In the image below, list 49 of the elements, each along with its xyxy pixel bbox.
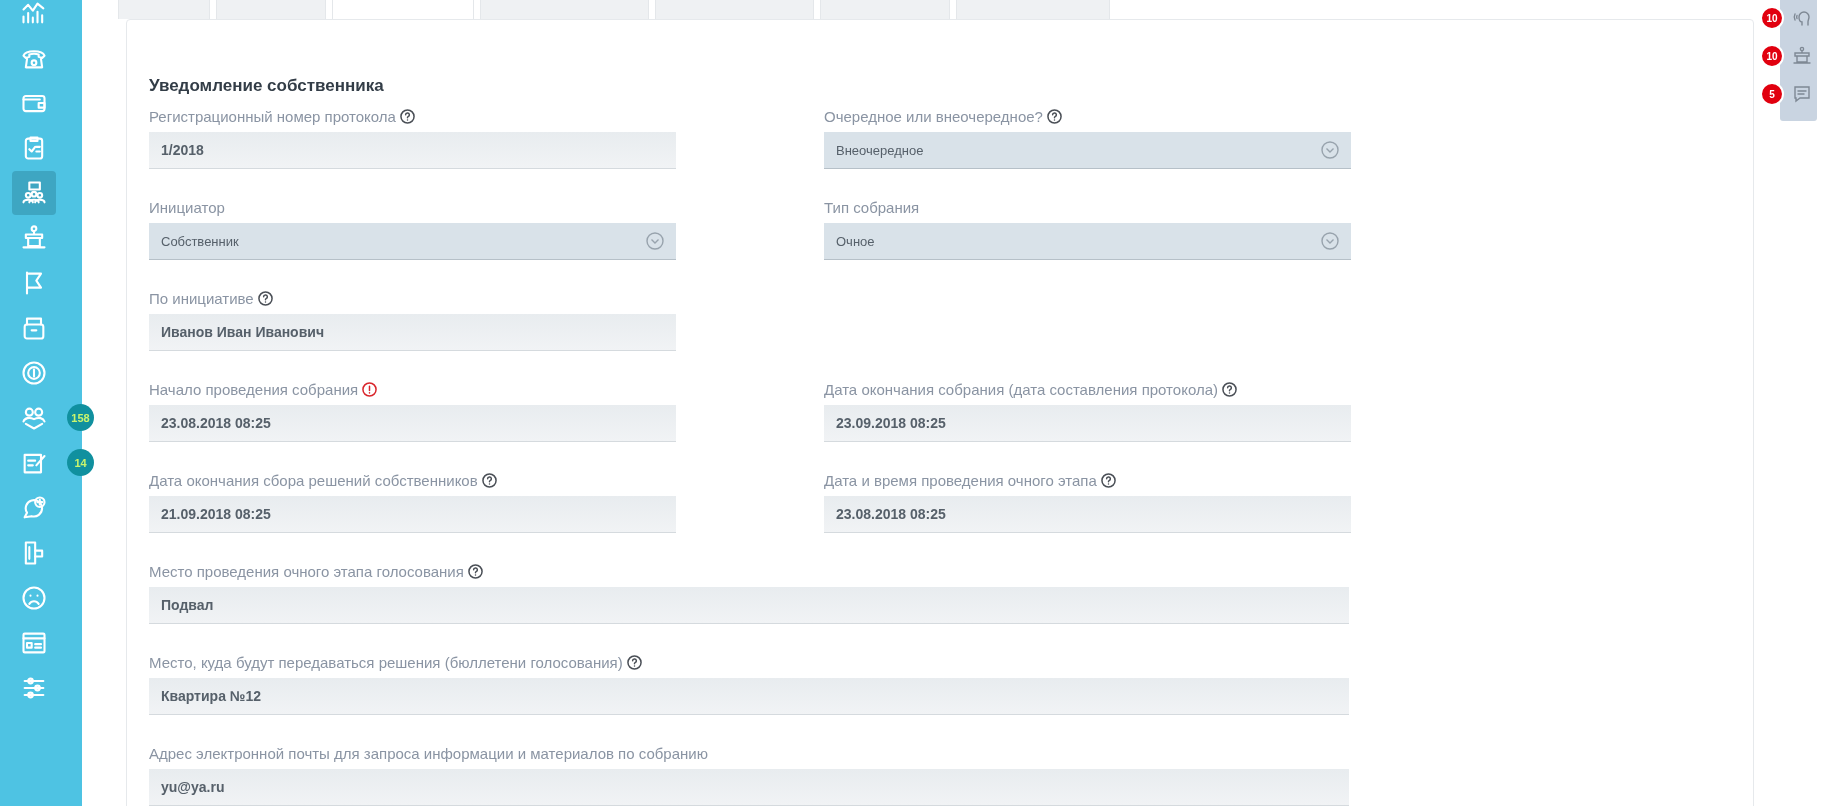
dropdown[interactable]: Собственник	[149, 223, 676, 260]
dropdown[interactable]: Внеочередное	[824, 132, 1351, 169]
field-label: Инициатор	[149, 198, 225, 216]
count-badge: 5	[1760, 82, 1784, 106]
help-icon[interactable]	[467, 563, 483, 579]
input-field[interactable]: 23.09.2018 08:25	[824, 405, 1351, 442]
field-label: Дата и время проведения очного этапа	[824, 471, 1097, 489]
help-icon[interactable]	[1046, 108, 1062, 124]
input-field[interactable]: 23.08.2018 08:25	[824, 496, 1351, 533]
help-icon[interactable]	[399, 108, 415, 124]
tab[interactable]	[118, 0, 210, 19]
count-badge: 14	[67, 449, 94, 476]
input-field[interactable]: 1/2018	[149, 132, 676, 169]
input-field[interactable]: Квартира №12	[149, 678, 1349, 715]
count-badge: 10	[1760, 6, 1784, 30]
input-field[interactable]: yu@ya.ru	[149, 769, 1349, 806]
help-icon[interactable]	[1222, 381, 1237, 397]
field-label: Очередное или внеочередное?	[824, 107, 1043, 125]
field-label: По инициативе	[149, 289, 254, 307]
field-label: Регистрационный номер протокола	[149, 107, 396, 125]
sad-face-icon	[20, 583, 48, 612]
count-badge: 158	[67, 404, 94, 431]
help-icon[interactable]	[257, 290, 273, 306]
field-label: Адрес электронной почты для запроса информации и материалов по собранию	[149, 744, 708, 762]
chevron-down-icon	[1321, 232, 1339, 250]
warning-icon[interactable]	[362, 381, 378, 397]
count-badge: 10	[1760, 44, 1784, 68]
help-icon[interactable]	[626, 654, 642, 670]
chevron-down-icon	[646, 232, 664, 250]
help-icon[interactable]	[1100, 472, 1116, 488]
field-label: Тип собрания	[824, 198, 920, 216]
input-field[interactable]: Иванов Иван Иванович	[149, 314, 676, 351]
sidebar-item[interactable]	[12, 170, 56, 215]
help-icon[interactable]	[481, 472, 497, 488]
field-label: Место, куда будут передаваться решения (бюллетени голосования)	[149, 653, 623, 671]
message-icon[interactable]	[1792, 84, 1812, 104]
dropdown[interactable]: Очное	[824, 223, 1351, 260]
coin-icon	[20, 358, 48, 387]
input-field[interactable]: 23.08.2018 08:25	[149, 405, 676, 442]
speaking-head-icon[interactable]	[1792, 8, 1812, 28]
field-label: Начало проведения собрания	[149, 380, 359, 398]
chevron-down-icon	[1321, 141, 1339, 159]
input-field[interactable]: Подвал	[149, 587, 1349, 624]
input-field[interactable]: 21.09.2018 08:25	[149, 496, 676, 533]
field-label: Место проведения очного этапа голосования	[149, 562, 464, 580]
section-title: Уведомление собственника	[149, 76, 385, 96]
field-label: Дата окончания собрания (дата составления протокола)	[824, 380, 1218, 398]
field-label: Дата окончания сбора решений собственников	[149, 471, 478, 489]
podium-icon[interactable]	[1792, 46, 1812, 66]
